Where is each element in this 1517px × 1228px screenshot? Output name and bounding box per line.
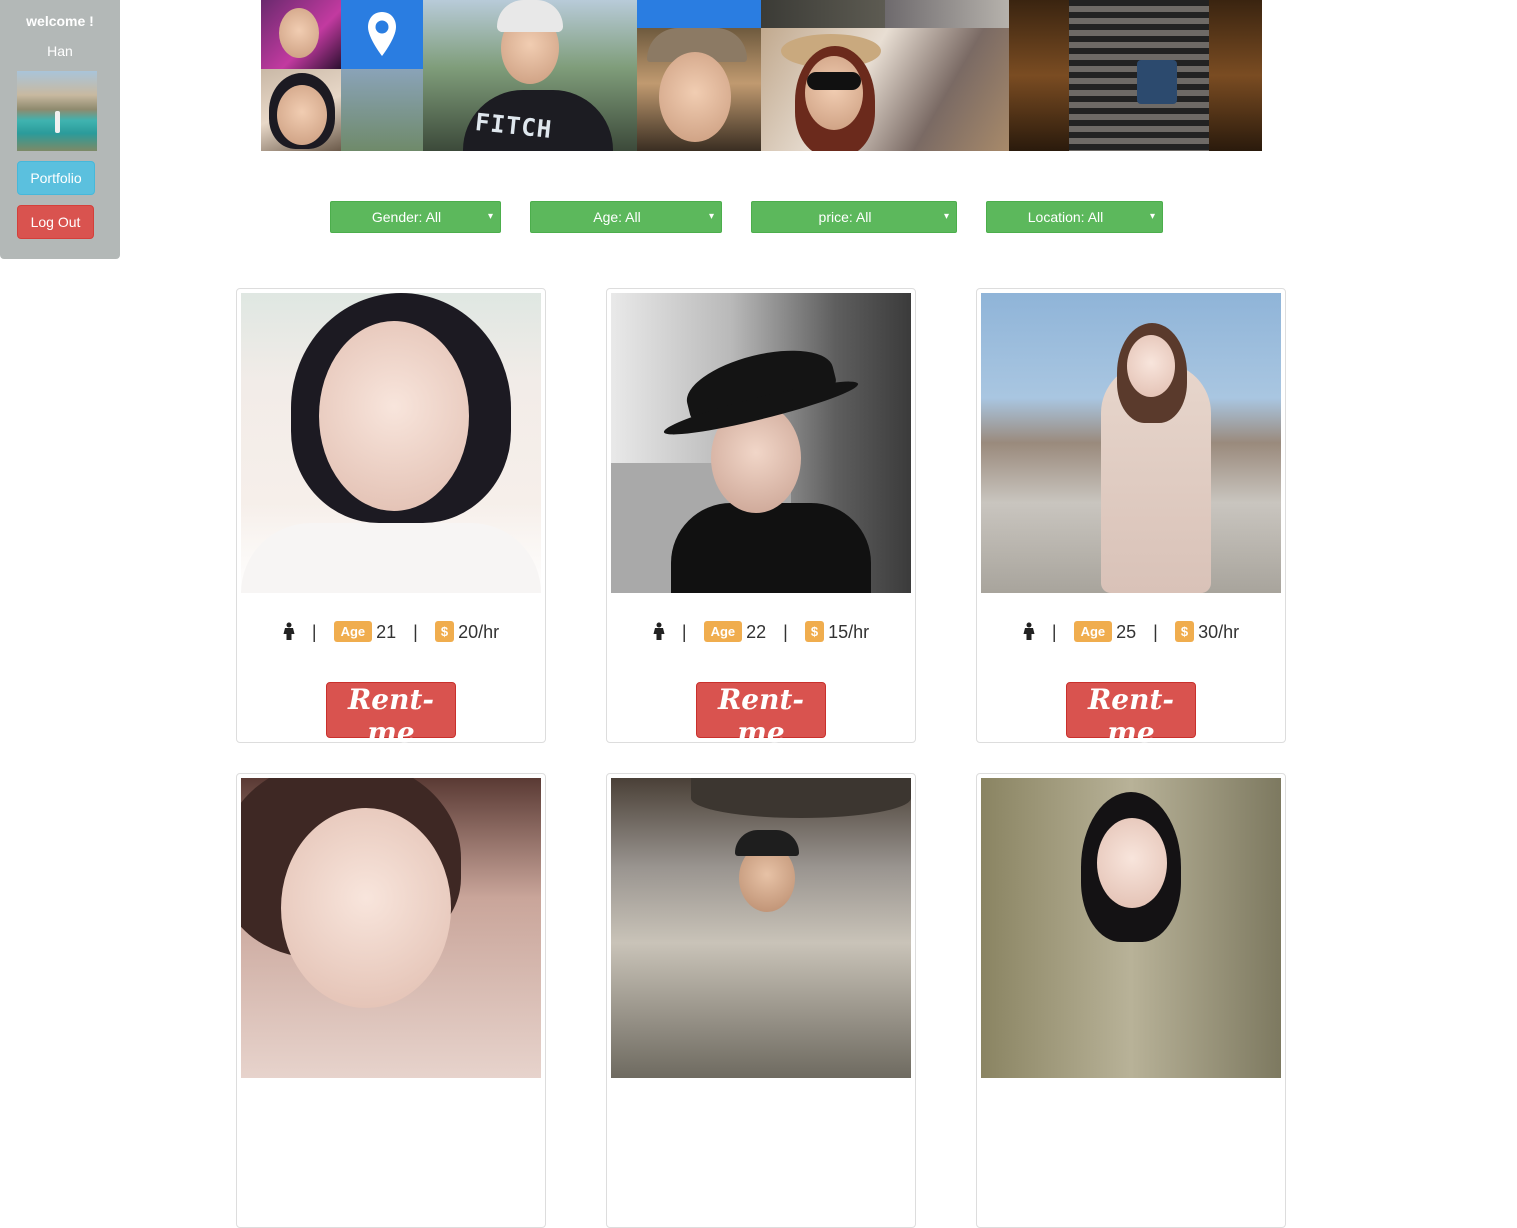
age-value: 21 [376,622,397,642]
profile-photo[interactable] [611,293,911,593]
banner-photo [761,28,1009,151]
age-badge: Age [333,621,373,642]
profile-card: | Age 21 | $20/hr Rent-me [236,288,546,749]
location-filter[interactable]: Location: All ▾ [986,201,1163,233]
age-filter[interactable]: Age: All ▾ [530,201,722,233]
price-filter-label: price: All [818,209,872,225]
avatar [17,71,97,151]
banner-photo [341,69,423,151]
price-value: 20/hr [458,622,500,642]
user-sidebar: welcome ! Han Portfolio Log Out [0,0,120,259]
username: Han [47,43,73,59]
separator: | [311,622,317,642]
banner-photo [1009,0,1262,151]
location-pin-icon [368,12,396,56]
dollar-badge: $ [1174,621,1195,642]
separator: | [783,622,788,642]
banner-photo [761,0,885,28]
welcome-text: welcome ! [26,13,94,29]
portfolio-button[interactable]: Portfolio [17,161,95,195]
profile-card: | Age 22 | $15/hr Rent-me [606,288,916,749]
separator: | [1051,622,1057,642]
person-icon [1023,622,1035,640]
dollar-badge: $ [804,621,825,642]
profile-info: | Age 22 | $15/hr [607,621,915,643]
price-value: 30/hr [1198,622,1240,642]
person-icon [283,622,295,640]
banner-photo: FITCH [423,0,637,151]
banner-photo [261,69,341,151]
age-value: 25 [1116,622,1137,642]
profile-card [976,773,1286,1228]
profile-photo[interactable] [981,293,1281,593]
banner-location-tile [341,0,423,69]
banner-photo [637,28,761,151]
separator: | [1153,622,1158,642]
chevron-down-icon: ▾ [1149,211,1155,222]
gender-filter-label: Gender: All [371,209,442,225]
avatar-figure [55,111,60,133]
rent-me-button[interactable]: Rent-me [1066,682,1196,749]
person-icon [653,622,665,640]
age-badge: Age [703,621,743,642]
chevron-down-icon: ▾ [708,211,714,222]
rent-me-button[interactable]: Rent-me [696,682,826,749]
banner-photo [261,0,341,69]
rent-me-button[interactable]: Rent-me [326,682,456,749]
age-filter-label: Age: All [593,209,641,225]
age-badge: Age [1073,621,1113,642]
profile-card [606,773,916,1228]
profile-info: | Age 25 | $30/hr [977,621,1285,643]
profile-card [236,773,546,1228]
age-value: 22 [746,622,767,642]
chevron-down-icon: ▾ [943,211,949,222]
banner-blue-tile [637,0,761,28]
banner-collage: FITCH [261,0,1262,151]
profile-photo[interactable] [241,293,541,593]
profile-info: | Age 21 | $20/hr [237,621,545,643]
profile-photo[interactable] [981,778,1281,1078]
profile-photo[interactable] [611,778,911,1078]
profile-card: | Age 25 | $30/hr Rent-me [976,288,1286,749]
separator: | [413,622,418,642]
chevron-down-icon: ▾ [487,211,493,222]
banner-photo [885,0,1009,28]
separator: | [681,622,687,642]
logout-button[interactable]: Log Out [17,205,94,239]
price-value: 15/hr [828,622,870,642]
profile-photo[interactable] [241,778,541,1078]
gender-filter[interactable]: Gender: All ▾ [330,201,501,233]
dollar-badge: $ [434,621,455,642]
location-filter-label: Location: All [1027,209,1104,225]
price-filter[interactable]: price: All ▾ [751,201,957,233]
